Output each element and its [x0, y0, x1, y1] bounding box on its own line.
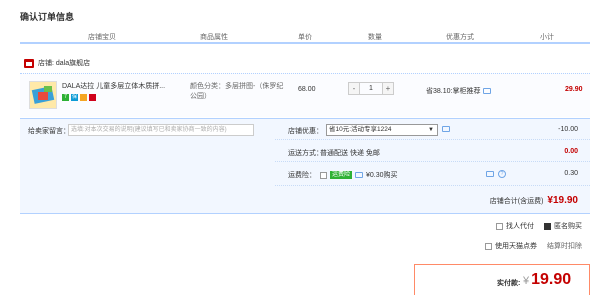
anonymous-checkbox[interactable] [544, 222, 551, 230]
quantity-plus-button[interactable]: + [382, 82, 394, 95]
promotion: 省38.10:掌柜推荐 [426, 86, 492, 96]
purchase-options: 找人代付 匿名购买 [496, 221, 582, 231]
shop-discount-select[interactable]: 省10元:活动专享1224 ▼ [326, 124, 438, 136]
shop-total: 店铺合计(含运费) ¥19.90 [490, 195, 578, 206]
final-payment-label: 实付款: [497, 280, 521, 287]
coupon-option[interactable]: 使用天猫点券 [485, 241, 537, 251]
insurance-help: ? [486, 170, 506, 178]
final-amount: 19.90 [531, 271, 572, 288]
shop-total-label: 店铺合计(含运费) [489, 198, 544, 205]
anonymous-option[interactable]: 匿名购买 [544, 221, 582, 231]
shipping-option: 普通配送 快递 免邮 [320, 150, 380, 157]
help-icon[interactable]: ? [498, 170, 506, 178]
quantity-minus-button[interactable]: - [348, 82, 360, 95]
chat-icon[interactable] [486, 171, 494, 177]
shipping-label: 运送方式： [288, 150, 323, 157]
column-header: 店铺宝贝 商品属性 单价 数量 优惠方式 小计 [20, 30, 590, 44]
chat-icon[interactable] [483, 88, 492, 94]
guarantee-icon: 保 [71, 94, 78, 101]
coupon-label: 使用天猫点券 [495, 243, 537, 250]
shop-discount-selected: 省10元:活动专享1224 [329, 126, 392, 133]
divider [275, 161, 590, 162]
final-payment-box: 实付款: ¥ 19.90 [414, 264, 590, 295]
currency-symbol: ¥ [523, 275, 530, 287]
credit-card-icon [89, 94, 96, 101]
item-subtotal: 29.90 [565, 86, 583, 93]
proxy-pay-label: 找人代付 [506, 223, 534, 230]
seller-message-input[interactable]: 选填:对本次交易的说明(建议填写已和卖家协商一致的内容) [68, 124, 254, 136]
service-icon [80, 94, 87, 101]
insurance-value: 0.30 [564, 170, 578, 177]
product-thumbnail[interactable] [29, 81, 57, 109]
proxy-pay-option[interactable]: 找人代付 [496, 221, 534, 231]
coupon-options: 使用天猫点券 结算时扣除 [485, 241, 582, 251]
shop-discount-value: -10.00 [558, 126, 578, 133]
message-label: 给卖家留言： [28, 128, 70, 135]
seven-day-return-icon: 7 [62, 94, 69, 101]
anonymous-label: 匿名购买 [554, 223, 582, 230]
product-title-link[interactable]: DALA达拉 儿童多层立体木质拼... [62, 82, 174, 91]
final-payment-value: ¥ 19.90 [523, 271, 571, 289]
promotion-text: 省38.10:掌柜推荐 [426, 88, 481, 95]
insurance-option: 运费险 ¥0.30购买 [320, 170, 398, 180]
divider [275, 139, 590, 140]
shop-row: 店铺: dala旗舰店 [24, 57, 90, 69]
shop-name[interactable]: 店铺: dala旗舰店 [38, 58, 90, 68]
col-attributes: 商品属性 [200, 34, 228, 41]
insurance-checkbox[interactable] [320, 171, 327, 179]
coupon-note: 结算时扣除 [547, 243, 582, 250]
page-title: 确认订单信息 [20, 12, 75, 22]
shop-total-value: ¥19.90 [547, 195, 578, 206]
info-icon[interactable] [355, 172, 364, 178]
col-subtotal: 小计 [540, 34, 554, 41]
product-attributes: 颜色分类：多层拼图-（侏罗纪公园） [190, 83, 284, 100]
col-price: 单价 [298, 34, 312, 41]
insurance-label: 运费险： [288, 172, 316, 179]
dropdown-arrow-icon: ▼ [428, 127, 434, 133]
shipping-value: 0.00 [564, 148, 578, 155]
insurance-tag: 运费险 [330, 171, 353, 179]
divider [275, 185, 590, 186]
col-discount: 优惠方式 [446, 34, 474, 41]
chat-icon[interactable] [442, 126, 450, 132]
coupon-checkbox[interactable] [485, 242, 492, 250]
proxy-pay-checkbox[interactable] [496, 222, 503, 230]
col-shop-item: 店铺宝贝 [88, 34, 116, 41]
item-row: DALA达拉 儿童多层立体木质拼... 7 保 颜色分类：多层拼图-（侏罗纪公园… [20, 73, 590, 117]
quantity-stepper: - 1 + [348, 82, 394, 95]
item-badges: 7 保 [62, 94, 96, 101]
shop-icon [24, 58, 34, 68]
shop-discount-label: 店铺优惠： [288, 128, 323, 135]
order-detail-panel: 给卖家留言： 选填:对本次交易的说明(建议填写已和卖家协商一致的内容) 店铺优惠… [20, 118, 590, 214]
insurance-price-text: ¥0.30购买 [366, 172, 398, 179]
col-quantity: 数量 [368, 34, 382, 41]
unit-price: 68.00 [298, 86, 316, 93]
quantity-input[interactable]: 1 [360, 82, 382, 95]
